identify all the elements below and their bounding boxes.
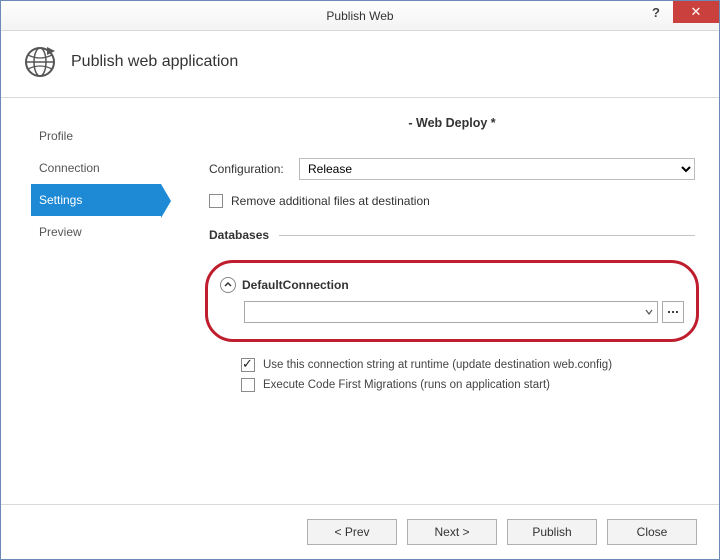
remove-files-label: Remove additional files at destination	[231, 194, 430, 208]
next-button[interactable]: Next >	[407, 519, 497, 545]
connection-string-combo[interactable]	[244, 301, 658, 323]
remove-files-checkbox[interactable]	[209, 194, 223, 208]
help-button[interactable]: ?	[639, 1, 673, 23]
dialog-header: Publish web application	[1, 31, 719, 98]
configuration-select[interactable]: Release	[299, 158, 695, 180]
close-button[interactable]: Close	[607, 519, 697, 545]
wizard-sidebar: Profile Connection Settings Preview	[1, 98, 171, 504]
default-connection-highlight: DefaultConnection	[205, 260, 699, 342]
close-window-button[interactable]: ✕	[673, 1, 719, 23]
prev-button[interactable]: < Prev	[307, 519, 397, 545]
use-connection-label: Use this connection string at runtime (u…	[263, 359, 612, 371]
sidebar-item-connection[interactable]: Connection	[31, 152, 161, 184]
databases-section-label: Databases	[209, 228, 269, 242]
publish-button[interactable]: Publish	[507, 519, 597, 545]
window-title: Publish Web	[326, 9, 393, 23]
browse-connection-button[interactable]	[662, 301, 684, 323]
execute-migrations-checkbox[interactable]	[241, 378, 255, 392]
use-connection-checkbox[interactable]	[241, 358, 255, 372]
sidebar-item-profile[interactable]: Profile	[31, 120, 161, 152]
main-panel: - Web Deploy * Configuration: Release Re…	[171, 98, 719, 504]
configuration-label: Configuration:	[209, 162, 299, 176]
sidebar-item-preview[interactable]: Preview	[31, 216, 161, 248]
globe-publish-icon	[23, 45, 57, 79]
dialog-footer: < Prev Next > Publish Close	[1, 504, 719, 558]
db-connection-name: DefaultConnection	[242, 278, 349, 292]
title-bar: Publish Web ? ✕	[1, 1, 719, 31]
chevron-down-icon	[645, 308, 653, 316]
execute-migrations-label: Execute Code First Migrations (runs on a…	[263, 379, 550, 391]
header-title: Publish web application	[71, 53, 238, 71]
sidebar-item-settings[interactable]: Settings	[31, 184, 161, 216]
deploy-method-title: - Web Deploy *	[209, 116, 695, 130]
collapse-toggle[interactable]	[220, 277, 236, 293]
